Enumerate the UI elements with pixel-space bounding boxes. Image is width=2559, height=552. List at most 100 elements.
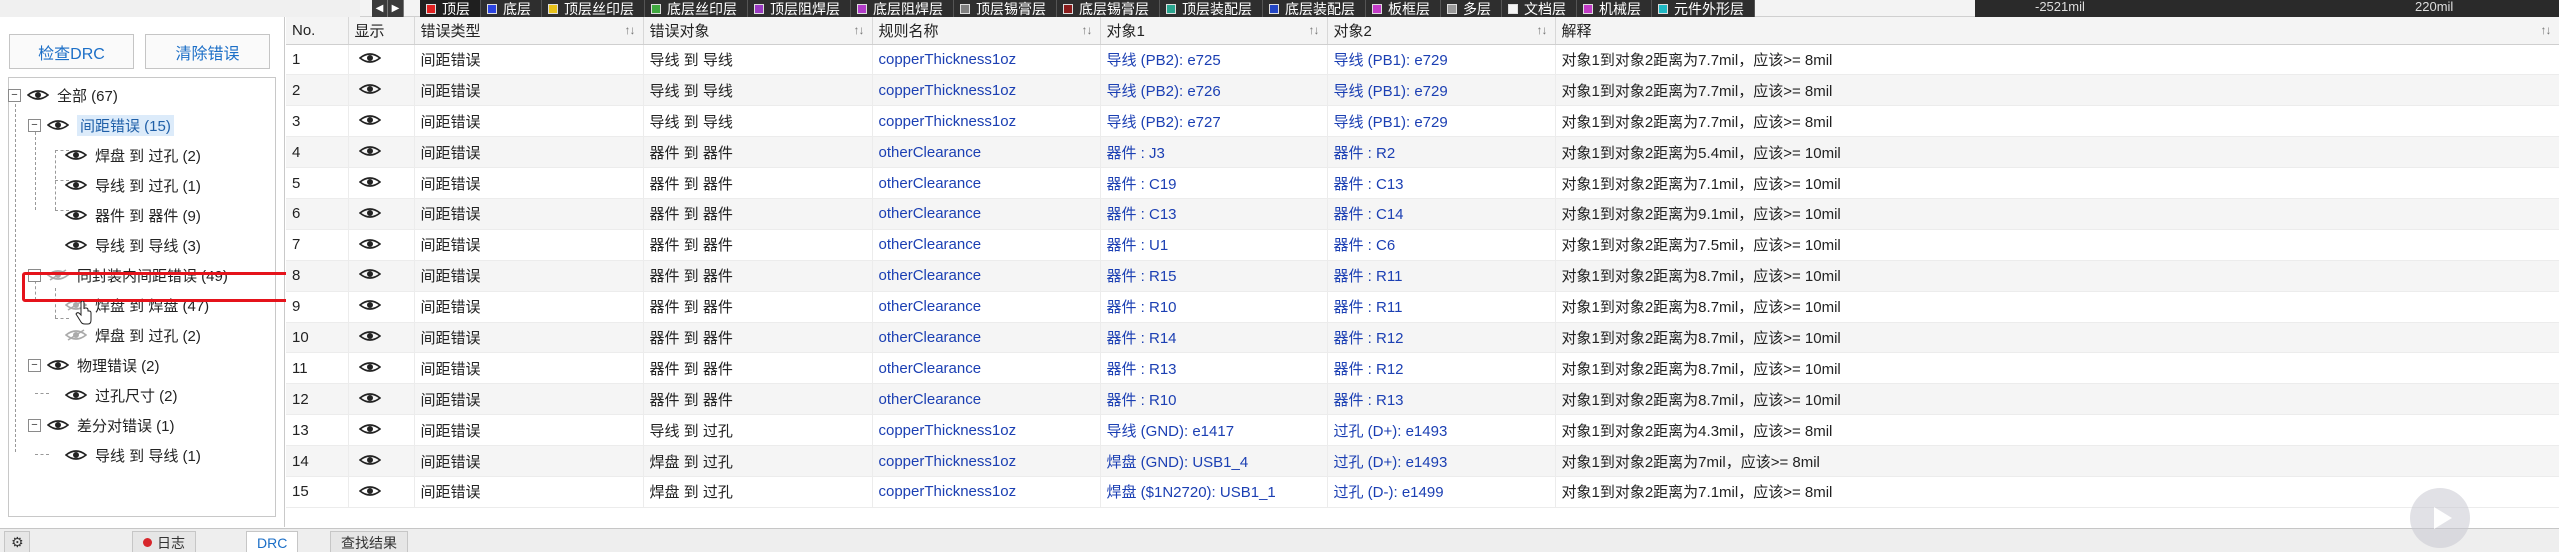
table-row[interactable]: 15 间距错误 焊盘 到 过孔 copperThickness1oz 焊盘 ($1N27… [286, 476, 2559, 508]
eye-icon[interactable] [358, 391, 381, 408]
tree-node-physical[interactable]: − 物理错误 (2) [28, 351, 160, 379]
col-header-no[interactable]: No. [286, 17, 349, 45]
eye-icon[interactable] [358, 82, 381, 99]
tree-node-all[interactable]: − 全部 (67) [8, 81, 118, 109]
cell-show[interactable] [348, 136, 415, 169]
sort-icon[interactable]: ↑↓ [625, 23, 636, 37]
cell-show[interactable] [348, 352, 415, 385]
col-header-obj2[interactable]: 对象2 ↑↓ [1327, 17, 1556, 45]
layer-tab[interactable]: 底层 [481, 0, 542, 17]
eye-icon[interactable] [65, 149, 87, 161]
eye-icon[interactable] [47, 359, 69, 371]
table-row[interactable]: 5 间距错误 器件 到 器件 otherClearance 器件 : C19 器件 : C… [286, 167, 2559, 199]
table-row[interactable]: 13 间距错误 导线 到 过孔 copperThickness1oz 导线 (GND):… [286, 414, 2559, 447]
eye-icon[interactable] [65, 239, 87, 251]
cell-show[interactable] [348, 383, 415, 416]
cell-show[interactable] [348, 260, 415, 292]
table-row[interactable]: 9 间距错误 器件 到 器件 otherClearance 器件 : R10 器件 : R… [286, 291, 2559, 323]
tab-misc[interactable]: ⚙ [4, 531, 30, 552]
tab-log[interactable]: 日志 [132, 531, 196, 552]
table-row[interactable]: 14 间距错误 焊盘 到 过孔 copperThickness1oz 焊盘 (GND):… [286, 445, 2559, 477]
tree-node-comp-comp[interactable]: 器件 到 器件 (9) [65, 201, 201, 229]
cell-show[interactable] [348, 291, 415, 323]
tree-node-diff-pair[interactable]: − 差分对错误 (1) [28, 411, 175, 439]
cell-show[interactable] [348, 44, 415, 76]
eye-hidden-icon[interactable] [65, 329, 87, 341]
cell-show[interactable] [348, 229, 415, 261]
tree-node-track-track[interactable]: 导线 到 导线 (3) [65, 231, 201, 259]
col-header-desc[interactable]: 解释 ↑↓ [1555, 17, 2559, 45]
layer-tab[interactable]: 底层丝印层 [645, 0, 748, 17]
eye-icon[interactable] [358, 113, 381, 130]
col-header-show[interactable]: 显示 [348, 17, 415, 45]
collapse-icon[interactable]: − [28, 118, 41, 132]
cell-show[interactable] [348, 445, 415, 477]
table-row[interactable]: 4 间距错误 器件 到 器件 otherClearance 器件 : J3 器件 : R2… [286, 136, 2559, 169]
sort-icon[interactable]: ↑↓ [1309, 23, 1320, 37]
tab-drc[interactable]: DRC [246, 531, 299, 552]
layer-tab[interactable]: 顶层 [420, 0, 481, 17]
table-row[interactable]: 10 间距错误 器件 到 器件 otherClearance 器件 : R14 器件 : … [286, 322, 2559, 354]
layer-tab[interactable]: 底层锡膏层 [1057, 0, 1160, 17]
layer-tab[interactable]: 文档层 [1502, 0, 1577, 17]
eye-icon[interactable] [47, 119, 69, 131]
eye-icon[interactable] [358, 175, 381, 192]
sort-icon[interactable]: ↑↓ [2541, 23, 2552, 37]
layer-tab[interactable]: 顶层锡膏层 [954, 0, 1057, 17]
layer-tab[interactable]: 顶层丝印层 [542, 0, 645, 17]
cell-show[interactable] [348, 74, 415, 107]
tab-find-results[interactable]: 查找结果 [330, 531, 408, 552]
eye-icon[interactable] [65, 389, 87, 401]
eye-icon[interactable] [358, 298, 381, 315]
tree-node-track-track-2[interactable]: 导线 到 导线 (1) [65, 441, 201, 469]
collapse-icon[interactable]: − [28, 418, 41, 432]
cell-show[interactable] [348, 105, 415, 138]
col-header-objects[interactable]: 错误对象 ↑↓ [643, 17, 873, 45]
eye-icon[interactable] [358, 484, 381, 501]
eye-icon[interactable] [358, 360, 381, 377]
eye-icon[interactable] [358, 422, 381, 439]
col-header-type[interactable]: 错误类型 ↑↓ [414, 17, 644, 45]
eye-icon[interactable] [27, 89, 49, 101]
cell-show[interactable] [348, 476, 415, 508]
layer-tab[interactable]: 顶层阻焊层 [748, 0, 851, 17]
layer-tab[interactable]: 机械层 [1577, 0, 1652, 17]
eye-icon[interactable] [358, 51, 381, 68]
tree-node-pad-via-2[interactable]: 焊盘 到 过孔 (2) [65, 321, 201, 349]
layer-tab[interactable]: 多层 [1441, 0, 1502, 17]
table-row[interactable]: 1 间距错误 导线 到 导线 copperThickness1oz 导线 (PB2): … [286, 44, 2559, 76]
eye-icon[interactable] [65, 209, 87, 221]
layer-next-button[interactable]: ▶ [388, 0, 404, 17]
table-row[interactable]: 6 间距错误 器件 到 器件 otherClearance 器件 : C13 器件 : C… [286, 198, 2559, 230]
collapse-icon[interactable]: − [28, 358, 41, 372]
cell-show[interactable] [348, 322, 415, 354]
collapse-icon[interactable]: − [8, 88, 21, 102]
layer-tab[interactable]: 底层阻焊层 [851, 0, 954, 17]
table-row[interactable]: 3 间距错误 导线 到 导线 copperThickness1oz 导线 (PB2): … [286, 105, 2559, 138]
sort-icon[interactable]: ↑↓ [1082, 23, 1093, 37]
sort-icon[interactable]: ↑↓ [1537, 23, 1548, 37]
tree-node-track-via[interactable]: 导线 到 过孔 (1) [65, 171, 201, 199]
table-row[interactable]: 8 间距错误 器件 到 器件 otherClearance 器件 : R15 器件 : R… [286, 260, 2559, 292]
eye-icon[interactable] [65, 179, 87, 191]
cell-show[interactable] [348, 167, 415, 199]
sort-icon[interactable]: ↑↓ [854, 23, 865, 37]
layer-tab[interactable]: 板框层 [1366, 0, 1441, 17]
layer-tab[interactable]: 底层装配层 [1263, 0, 1366, 17]
eye-icon[interactable] [358, 329, 381, 346]
col-header-rule[interactable]: 规则名称 ↑↓ [872, 17, 1101, 45]
eye-icon[interactable] [358, 267, 381, 284]
layer-prev-button[interactable]: ◀ [372, 0, 388, 17]
tree-node-via-size[interactable]: 过孔尺寸 (2) [65, 381, 178, 409]
tree-node-spacing[interactable]: − 间距错误 (15) [28, 111, 174, 139]
check-drc-button[interactable]: 检查DRC [9, 34, 134, 69]
clear-errors-button[interactable]: 清除错误 [145, 34, 270, 69]
tree-node-pad-via[interactable]: 焊盘 到 过孔 (2) [65, 141, 201, 169]
eye-icon[interactable] [47, 419, 69, 431]
eye-icon[interactable] [358, 144, 381, 161]
eye-icon[interactable] [358, 453, 381, 470]
table-row[interactable]: 2 间距错误 导线 到 导线 copperThickness1oz 导线 (PB2): … [286, 74, 2559, 107]
table-row[interactable]: 11 间距错误 器件 到 器件 otherClearance 器件 : R13 器件 : … [286, 352, 2559, 385]
cell-show[interactable] [348, 414, 415, 447]
layer-tab[interactable]: 元件外形层 [1652, 0, 1755, 17]
